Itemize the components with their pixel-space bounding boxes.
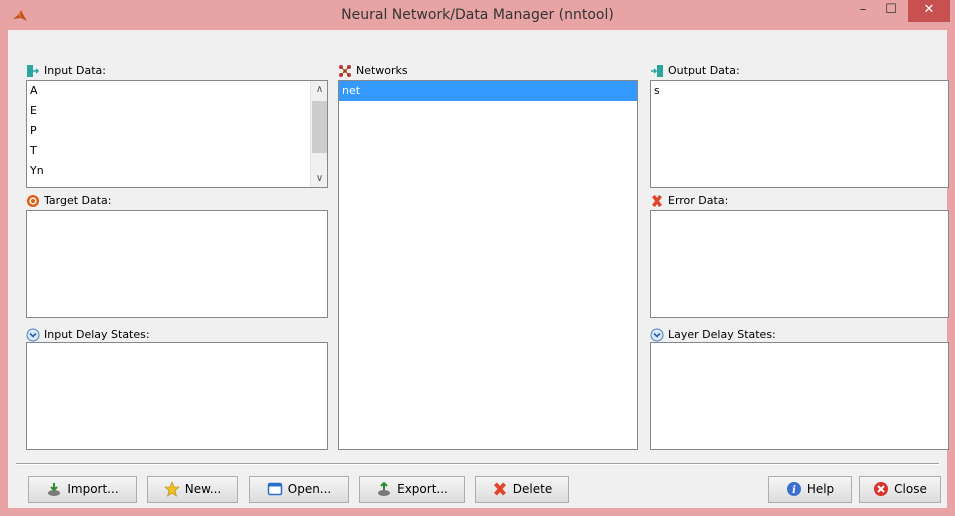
window-title: Neural Network/Data Manager (nntool): [341, 7, 614, 23]
error-data-label: Error Data:: [650, 192, 728, 210]
star-icon: [163, 480, 180, 497]
networks-label: Networks: [338, 62, 408, 80]
minimize-button[interactable]: –: [850, 0, 876, 22]
scroll-up-arrow-icon[interactable]: ∧: [311, 81, 327, 98]
svg-text:i: i: [792, 485, 796, 496]
close-label: Close: [894, 482, 927, 496]
layer-delay-states-list[interactable]: [650, 342, 949, 450]
chevron-down-circle-icon: [26, 328, 40, 342]
export-button[interactable]: Export...: [359, 476, 465, 503]
list-item[interactable]: P: [27, 121, 327, 141]
nntool-window: Neural Network/Data Manager (nntool) – ☐…: [0, 0, 955, 516]
export-label: Export...: [397, 482, 448, 496]
target-icon: [27, 195, 39, 207]
target-data-list[interactable]: [26, 210, 328, 318]
client-area: Input Data: A E P T Yn ∧ ∨ Target Data:: [8, 30, 949, 508]
delete-x-icon: [493, 482, 506, 495]
open-button[interactable]: Open...: [249, 476, 349, 503]
output-data-list[interactable]: s: [650, 80, 949, 188]
close-circle-icon: [874, 481, 889, 496]
input-data-icon: [27, 65, 40, 77]
open-label: Open...: [287, 482, 332, 496]
output-data-label: Output Data:: [650, 62, 740, 80]
list-item[interactable]: A: [27, 81, 327, 101]
maximize-button[interactable]: ☐: [878, 0, 904, 22]
output-data-title: Output Data:: [668, 64, 740, 77]
networks-title: Networks: [356, 64, 408, 77]
error-data-title: Error Data:: [668, 194, 729, 207]
input-data-list[interactable]: A E P T Yn ∧ ∨: [26, 80, 328, 188]
import-label: Import...: [67, 482, 119, 496]
new-button[interactable]: New...: [147, 476, 238, 503]
export-icon: [378, 481, 391, 496]
delete-button[interactable]: Delete: [475, 476, 569, 503]
window-icon: [267, 482, 282, 495]
delete-label: Delete: [512, 482, 553, 496]
new-label: New...: [184, 482, 222, 496]
help-label: Help: [806, 482, 835, 496]
list-item[interactable]: T: [27, 141, 327, 161]
error-data-list[interactable]: [650, 210, 949, 318]
separator: [16, 463, 939, 465]
scroll-down-arrow-icon[interactable]: ∨: [311, 170, 327, 187]
import-icon: [48, 482, 61, 496]
input-delay-states-list[interactable]: [26, 342, 328, 450]
help-button[interactable]: i Help: [768, 476, 852, 503]
networks-list[interactable]: net: [338, 80, 638, 450]
list-item[interactable]: s: [651, 81, 948, 101]
input-data-title: Input Data:: [44, 64, 106, 77]
list-item[interactable]: E: [27, 101, 327, 121]
import-button[interactable]: Import...: [28, 476, 137, 503]
list-item[interactable]: Yn: [27, 161, 327, 181]
close-window-button[interactable]: ✕: [908, 0, 950, 22]
list-item-net[interactable]: net: [339, 81, 637, 101]
input-delay-states-title: Input Delay States:: [44, 328, 150, 341]
input-data-scrollbar[interactable]: ∧ ∨: [310, 81, 327, 187]
layer-delay-states-title: Layer Delay States:: [668, 328, 776, 341]
chevron-down-circle-icon: [650, 328, 664, 342]
scrollbar-thumb[interactable]: [312, 101, 327, 153]
input-data-label: Input Data:: [26, 62, 106, 80]
network-icon: [339, 65, 351, 77]
target-data-title: Target Data:: [44, 194, 112, 207]
target-data-label: Target Data:: [26, 192, 112, 210]
output-data-icon: [651, 65, 663, 77]
error-x-icon: [652, 195, 662, 207]
close-button[interactable]: Close: [859, 476, 941, 503]
help-info-icon: i: [786, 481, 801, 496]
title-bar[interactable]: Neural Network/Data Manager (nntool) – ☐…: [0, 0, 955, 30]
